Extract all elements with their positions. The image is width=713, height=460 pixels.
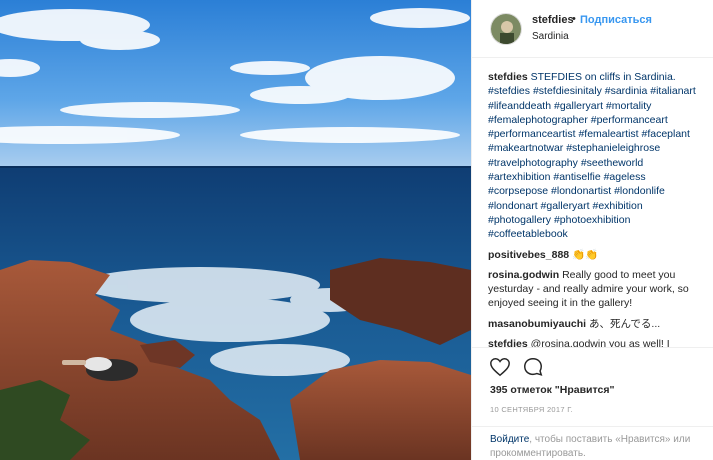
separator-dot: • bbox=[572, 13, 576, 25]
location-link[interactable]: Sardinia bbox=[532, 31, 569, 42]
comment-username[interactable]: rosina.godwin bbox=[488, 269, 559, 281]
heart-icon[interactable] bbox=[489, 356, 511, 378]
comment-text: 👏👏 bbox=[572, 248, 599, 261]
login-link[interactable]: Войдите bbox=[490, 434, 529, 445]
post-header: stefdies • Подписаться Sardinia bbox=[472, 0, 713, 58]
list-item: stefdies @rosina.godwin you as well! I bbox=[488, 337, 706, 347]
follow-button[interactable]: Подписаться bbox=[580, 14, 652, 26]
comment-text: あ、死んでる... bbox=[588, 317, 661, 330]
list-item: positivebes_888 👏👏 bbox=[488, 248, 706, 262]
header-username[interactable]: stefdies bbox=[532, 14, 574, 26]
comment-username[interactable]: stefdies bbox=[488, 71, 528, 83]
login-prompt: Войдите, чтобы поставить «Нравится» или … bbox=[472, 426, 713, 460]
list-item: masanobumiyauchi あ、死んでる... bbox=[488, 317, 706, 331]
comment-username[interactable]: positivebes_888 bbox=[488, 249, 569, 261]
post-sidebar: stefdies • Подписаться Sardinia stefdies… bbox=[471, 0, 713, 460]
comment-username[interactable]: masanobumiyauchi bbox=[488, 318, 586, 330]
avatar[interactable] bbox=[490, 13, 522, 45]
comments-list[interactable]: stefdies STEFDIES on cliffs in Sardinia.… bbox=[488, 70, 706, 347]
likes-count[interactable]: 395 отметок "Нравится" bbox=[490, 384, 614, 396]
post-date: 10 СЕНТЯБРЯ 2017 Г. bbox=[490, 405, 574, 414]
comment-username[interactable]: stefdies bbox=[488, 338, 528, 347]
post-photo[interactable] bbox=[0, 0, 471, 460]
caption-comment: stefdies STEFDIES on cliffs in Sardinia.… bbox=[488, 70, 706, 242]
comment-text: STEFDIES on cliffs in Sardinia. #stefdie… bbox=[488, 71, 696, 241]
list-item: rosina.godwin Really good to meet you ye… bbox=[488, 268, 706, 311]
comment-icon[interactable] bbox=[522, 356, 544, 378]
post-actions: 395 отметок "Нравится" 10 СЕНТЯБРЯ 2017 … bbox=[472, 347, 713, 460]
comment-text: @rosina.godwin you as well! I bbox=[530, 338, 670, 347]
